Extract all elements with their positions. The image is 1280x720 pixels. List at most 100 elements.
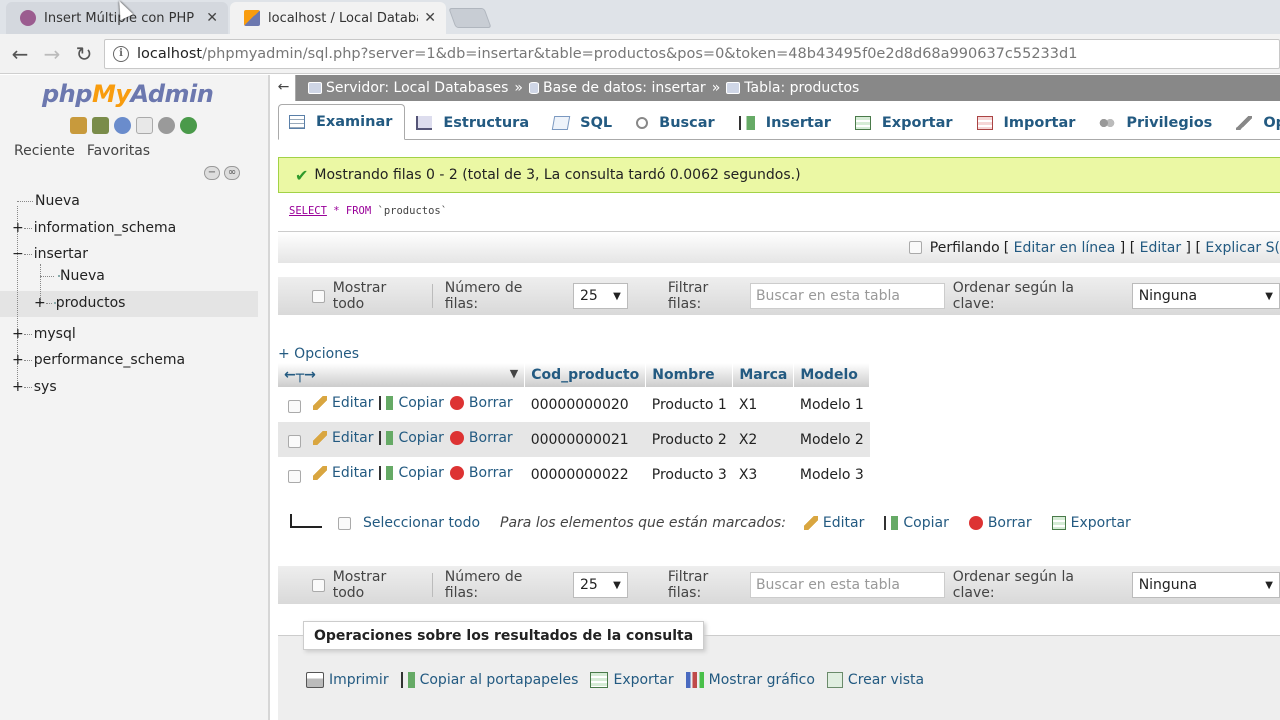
collapse-icon[interactable]: −: [12, 246, 24, 262]
bulk-edit-button[interactable]: Editar: [803, 515, 864, 531]
delete-row-button[interactable]: Borrar: [449, 465, 513, 481]
tree-item-insertar[interactable]: − insertar: [12, 242, 88, 266]
delete-row-button[interactable]: Borrar: [449, 430, 513, 446]
filter-input[interactable]: Buscar en esta tabla: [749, 283, 945, 309]
filter-input[interactable]: Buscar en esta tabla: [749, 572, 945, 598]
tab-import[interactable]: Importar: [966, 104, 1089, 140]
back-icon[interactable]: ←: [8, 42, 32, 66]
tab-sql[interactable]: SQL: [542, 104, 625, 140]
tab-search[interactable]: Buscar: [625, 104, 728, 140]
tab-privileges[interactable]: Privilegios: [1088, 104, 1225, 140]
export-link[interactable]: Exportar: [590, 672, 674, 688]
collapse-nav-button[interactable]: ←: [272, 75, 296, 101]
recent-tab[interactable]: Reciente: [14, 143, 75, 159]
forward-icon[interactable]: →: [40, 42, 64, 66]
docs-icon[interactable]: [136, 117, 153, 134]
copy-row-button[interactable]: Copiar: [379, 430, 444, 446]
edit-link[interactable]: Editar: [1140, 240, 1181, 256]
print-link[interactable]: Imprimir: [306, 672, 389, 688]
sort-select[interactable]: Ninguna ▼: [1131, 283, 1280, 309]
column-header-cod-producto[interactable]: Cod_producto: [524, 363, 647, 387]
edit-row-button[interactable]: Editar: [313, 395, 373, 411]
copy-row-button[interactable]: Copiar: [379, 395, 444, 411]
tree-item-performance-schema[interactable]: + performance_schema: [12, 348, 185, 372]
cell-marca[interactable]: X1: [733, 387, 794, 422]
bulk-copy-button[interactable]: Copiar: [884, 515, 949, 531]
profiling-checkbox[interactable]: [908, 241, 922, 254]
chart-link[interactable]: Mostrar gráfico: [685, 672, 815, 688]
column-header-nombre[interactable]: Nombre: [645, 363, 734, 387]
cell-cod-producto[interactable]: 00000000020: [525, 387, 646, 422]
tree-item-information-schema[interactable]: + information_schema: [12, 216, 176, 240]
row-checkbox[interactable]: [288, 399, 301, 413]
tree-item-mysql[interactable]: + mysql: [12, 322, 76, 346]
cell-modelo[interactable]: Modelo 3: [794, 457, 870, 492]
sort-select[interactable]: Ninguna ▼: [1131, 572, 1280, 598]
tab-export[interactable]: Exportar: [844, 104, 966, 140]
expand-icon[interactable]: +: [12, 379, 24, 395]
cell-nombre[interactable]: Producto 2: [645, 422, 733, 457]
cell-nombre[interactable]: Producto 3: [646, 457, 733, 492]
bulk-export-button[interactable]: Exportar: [1051, 515, 1131, 531]
tree-item-sys[interactable]: + sys: [12, 375, 57, 399]
create-view-link[interactable]: Crear vista: [826, 672, 924, 688]
show-all-checkbox[interactable]: [312, 578, 325, 592]
new-tab-button[interactable]: [448, 8, 492, 28]
logout-icon[interactable]: [92, 117, 109, 134]
expand-icon[interactable]: +: [12, 352, 24, 368]
expand-icon[interactable]: +: [12, 326, 24, 342]
sort-arrow-icon[interactable]: ▼: [510, 367, 518, 380]
options-link[interactable]: + Opciones: [278, 346, 359, 362]
delete-row-button[interactable]: Borrar: [449, 395, 513, 411]
help-icon[interactable]: [114, 117, 131, 134]
favorites-tab[interactable]: Favoritas: [87, 143, 150, 159]
reload-icon[interactable]: ↻: [72, 42, 96, 66]
edit-inline-link[interactable]: Editar en línea: [1014, 240, 1116, 256]
cell-cod-producto[interactable]: 00000000021: [524, 422, 646, 457]
tree-item-productos[interactable]: + productos: [34, 291, 125, 315]
show-all-checkbox[interactable]: [312, 289, 325, 303]
cell-nombre[interactable]: Producto 1: [646, 387, 733, 422]
reload-nav-icon[interactable]: [180, 117, 197, 134]
close-tab-icon[interactable]: ✕: [424, 10, 436, 26]
phpmyadmin-logo[interactable]: phpMyAdmin: [42, 80, 214, 108]
column-header-marca[interactable]: Marca: [732, 363, 795, 387]
cell-modelo[interactable]: Modelo 2: [793, 422, 870, 457]
tab-insert[interactable]: Insertar: [728, 104, 844, 140]
copy-clipboard-link[interactable]: Copiar al portapapeles: [400, 672, 578, 688]
link-icon[interactable]: ∞: [224, 166, 240, 180]
explain-link[interactable]: Explicar S(: [1205, 240, 1280, 256]
expand-icon[interactable]: +: [12, 220, 24, 236]
collapse-all-icon[interactable]: −: [204, 166, 220, 180]
sql-keyword[interactable]: SELECT: [289, 205, 327, 217]
info-icon[interactable]: i: [113, 46, 129, 62]
breadcrumb-table[interactable]: Tabla: productos: [726, 80, 859, 96]
address-bar[interactable]: i localhost/phpmyadmin/sql.php?server=1&…: [104, 39, 1280, 69]
breadcrumb-server[interactable]: Servidor: Local Databases: [308, 80, 508, 96]
bulk-delete-button[interactable]: Borrar: [968, 515, 1032, 531]
column-header-modelo[interactable]: Modelo: [793, 363, 871, 387]
row-checkbox[interactable]: [288, 434, 301, 448]
tab-operations[interactable]: Operacio: [1225, 104, 1280, 140]
tree-item-new[interactable]: Nueva: [17, 189, 80, 213]
tree-item-insertar-new[interactable]: Nueva: [40, 264, 105, 288]
edit-row-button[interactable]: Editar: [313, 465, 373, 481]
cell-marca[interactable]: X3: [733, 457, 794, 492]
settings-icon[interactable]: [158, 117, 175, 134]
rows-select[interactable]: 25 ▼: [573, 283, 628, 309]
close-tab-icon[interactable]: ✕: [206, 10, 218, 26]
expand-icon[interactable]: +: [34, 295, 46, 311]
browser-tab-phpmyadmin[interactable]: localhost / Local Databas ✕: [230, 2, 446, 34]
resize-arrows-icon[interactable]: ←┬→: [284, 367, 316, 383]
row-checkbox[interactable]: [288, 469, 301, 483]
rows-select[interactable]: 25 ▼: [573, 572, 628, 598]
cell-modelo[interactable]: Modelo 1: [794, 387, 870, 422]
home-icon[interactable]: [70, 117, 87, 134]
copy-row-button[interactable]: Copiar: [379, 465, 444, 481]
cell-cod-producto[interactable]: 00000000022: [525, 457, 646, 492]
cell-marca[interactable]: X2: [732, 422, 794, 457]
edit-row-button[interactable]: Editar: [313, 430, 373, 446]
tab-structure[interactable]: Estructura: [405, 104, 542, 140]
select-all-label[interactable]: Seleccionar todo: [363, 515, 480, 531]
tab-browse[interactable]: Examinar: [278, 104, 406, 140]
